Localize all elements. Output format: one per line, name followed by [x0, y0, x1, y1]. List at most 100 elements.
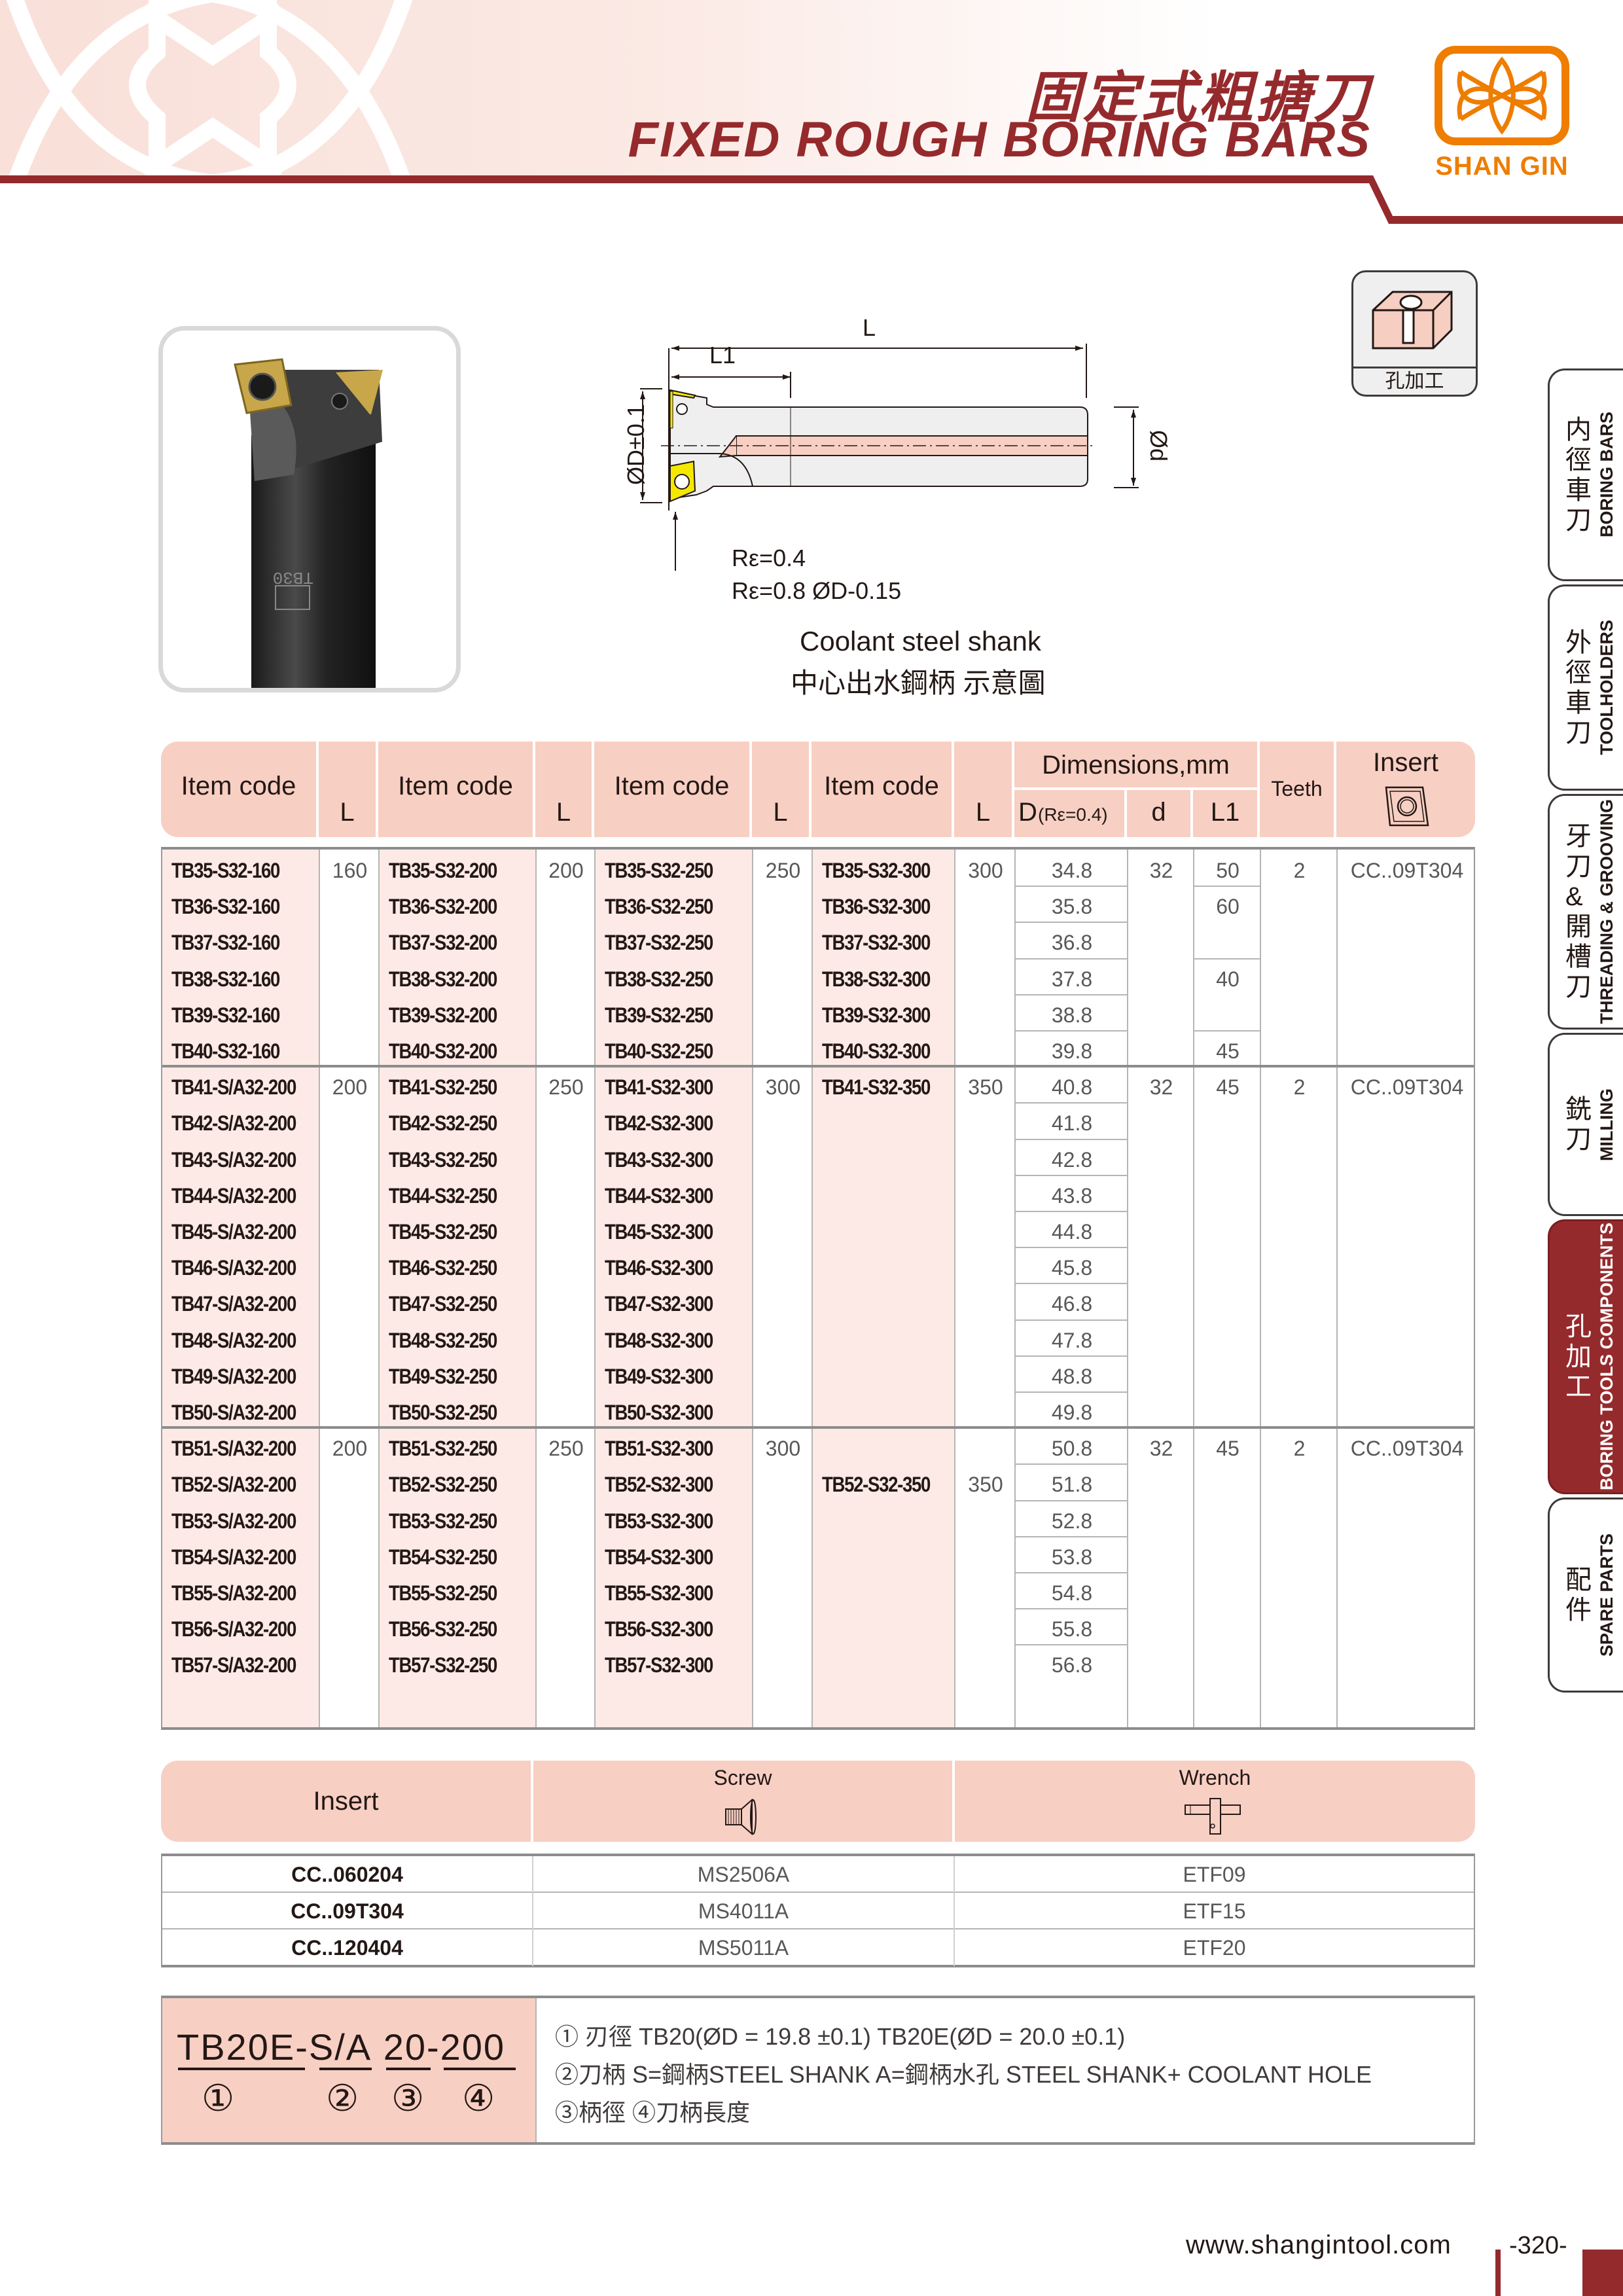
l1-value: 45	[1216, 1039, 1240, 1063]
item-code[interactable]: TB48-S32-250	[389, 1329, 497, 1353]
insert-value[interactable]: CC..09T304	[1338, 1437, 1476, 1461]
item-code[interactable]: TB57-S32-300	[605, 1653, 713, 1677]
insert-table-screw[interactable]: MS2506A	[533, 1856, 955, 1893]
side-tab-boring-bars[interactable]: 内徑車刀 BORING BARS	[1548, 368, 1623, 581]
item-code[interactable]: TB48-S/A32-200	[171, 1329, 296, 1353]
item-code[interactable]: TB39-S32-300	[822, 1003, 931, 1028]
item-code[interactable]: TB44-S/A32-200	[171, 1184, 296, 1208]
insert-table-wrench[interactable]: ETF15	[955, 1893, 1474, 1929]
item-code[interactable]: TB50-S/A32-200	[171, 1401, 296, 1425]
side-tab-spare-parts[interactable]: 配件 SPARE PARTS	[1548, 1498, 1623, 1693]
item-code[interactable]: TB46-S/A32-200	[171, 1256, 296, 1280]
item-code[interactable]: TB49-S/A32-200	[171, 1365, 296, 1389]
insert-table-row: CC..09T304 MS4011A ETF15	[162, 1893, 1474, 1929]
item-code[interactable]: TB36-S32-200	[389, 895, 497, 919]
item-code[interactable]: TB55-S32-300	[605, 1581, 713, 1605]
item-code[interactable]: TB49-S32-300	[605, 1365, 713, 1389]
item-code[interactable]: TB39-S32-160	[171, 1003, 280, 1028]
side-tab-toolholders[interactable]: 外徑車刀 TOOLHOLDERS	[1548, 584, 1623, 791]
item-code[interactable]: TB54-S32-250	[389, 1545, 497, 1570]
item-code[interactable]: TB43-S32-250	[389, 1148, 497, 1172]
header-dimensions: Dimensions,mm	[1014, 742, 1257, 787]
item-code[interactable]: TB41-S32-250	[389, 1075, 497, 1100]
item-code[interactable]: TB39-S32-200	[389, 1003, 497, 1028]
item-code[interactable]: TB35-S32-250	[605, 859, 713, 883]
item-code[interactable]: TB53-S32-250	[389, 1509, 497, 1534]
item-code[interactable]: TB51-S32-250	[389, 1437, 497, 1461]
item-code[interactable]: TB35-S32-300	[822, 859, 931, 883]
insert-table-insert[interactable]: CC..060204	[162, 1856, 533, 1893]
item-code[interactable]: TB54-S/A32-200	[171, 1545, 296, 1570]
item-code[interactable]: TB38-S32-160	[171, 967, 280, 992]
item-code[interactable]: TB56-S32-300	[605, 1617, 713, 1641]
item-code[interactable]: TB36-S32-300	[822, 895, 931, 919]
item-code[interactable]: TB40-S32-300	[822, 1039, 931, 1064]
item-code[interactable]: TB53-S32-300	[605, 1509, 713, 1534]
insert-table-wrench[interactable]: ETF20	[955, 1929, 1474, 1966]
item-code[interactable]: TB47-S32-300	[605, 1292, 713, 1316]
item-code[interactable]: TB57-S/A32-200	[171, 1653, 296, 1677]
item-code[interactable]: TB51-S/A32-200	[171, 1437, 296, 1461]
item-code[interactable]: TB45-S/A32-200	[171, 1220, 296, 1244]
item-code[interactable]: TB38-S32-200	[389, 967, 497, 992]
insert-table-wrench[interactable]: ETF09	[955, 1856, 1474, 1893]
insert-table-insert[interactable]: CC..09T304	[162, 1893, 533, 1929]
item-code[interactable]: TB49-S32-250	[389, 1365, 497, 1389]
item-code[interactable]: TB42-S32-250	[389, 1111, 497, 1136]
item-code[interactable]: TB53-S/A32-200	[171, 1509, 296, 1534]
item-code[interactable]: TB36-S32-160	[171, 895, 280, 919]
item-code[interactable]: TB43-S/A32-200	[171, 1148, 296, 1172]
item-code[interactable]: TB46-S32-300	[605, 1256, 713, 1280]
item-code[interactable]: TB38-S32-250	[605, 967, 713, 992]
item-code[interactable]: TB40-S32-250	[605, 1039, 713, 1064]
item-code[interactable]: TB56-S32-250	[389, 1617, 497, 1641]
item-code[interactable]: TB40-S32-160	[171, 1039, 280, 1064]
item-code[interactable]: TB44-S32-250	[389, 1184, 497, 1208]
item-code[interactable]: TB51-S32-300	[605, 1437, 713, 1461]
side-tab-threading-grooving[interactable]: 牙刀 & 開槽刀 THREADING & GROOVING	[1548, 794, 1623, 1030]
side-tab-boring-tools-components[interactable]: 孔加工 BORING TOOLS COMPONENTS	[1548, 1219, 1623, 1494]
item-code[interactable]: TB52-S32-300	[605, 1473, 713, 1497]
item-code[interactable]: TB52-S/A32-200	[171, 1473, 296, 1497]
item-code[interactable]: TB55-S32-250	[389, 1581, 497, 1605]
item-code[interactable]: TB37-S32-250	[605, 931, 713, 955]
item-code[interactable]: TB40-S32-200	[389, 1039, 497, 1064]
item-code[interactable]: TB41-S/A32-200	[171, 1075, 296, 1100]
item-code[interactable]: TB42-S32-300	[605, 1111, 713, 1136]
item-code[interactable]: TB38-S32-300	[822, 967, 931, 992]
insert-table-insert[interactable]: CC..120404	[162, 1929, 533, 1966]
item-code[interactable]: TB50-S32-300	[605, 1401, 713, 1425]
item-code[interactable]: TB41-S32-350	[822, 1075, 931, 1100]
item-code[interactable]: TB39-S32-250	[605, 1003, 713, 1028]
item-code[interactable]: TB47-S/A32-200	[171, 1292, 296, 1316]
insert-table-screw[interactable]: MS4011A	[533, 1893, 955, 1929]
item-code[interactable]: TB44-S32-300	[605, 1184, 713, 1208]
length-value: 250	[548, 1075, 584, 1100]
side-tab-milling[interactable]: 銑刀 MILLING	[1548, 1033, 1623, 1216]
item-code[interactable]: TB46-S32-250	[389, 1256, 497, 1280]
item-code[interactable]: TB47-S32-250	[389, 1292, 497, 1316]
item-code[interactable]: TB50-S32-250	[389, 1401, 497, 1425]
item-code[interactable]: TB56-S/A32-200	[171, 1617, 296, 1641]
insert-value[interactable]: CC..09T304	[1338, 859, 1476, 883]
item-code[interactable]: TB45-S32-250	[389, 1220, 497, 1244]
item-code[interactable]: TB55-S/A32-200	[171, 1581, 296, 1605]
item-code[interactable]: TB52-S32-350	[822, 1473, 931, 1497]
item-code[interactable]: TB37-S32-300	[822, 931, 931, 955]
item-code[interactable]: TB42-S/A32-200	[171, 1111, 296, 1136]
item-code[interactable]: TB52-S32-250	[389, 1473, 497, 1497]
item-code[interactable]: TB54-S32-300	[605, 1545, 713, 1570]
item-code[interactable]: TB36-S32-250	[605, 895, 713, 919]
item-code[interactable]: TB35-S32-160	[171, 859, 280, 883]
item-code[interactable]: TB35-S32-200	[389, 859, 497, 883]
item-code[interactable]: TB37-S32-160	[171, 931, 280, 955]
item-code[interactable]: TB57-S32-250	[389, 1653, 497, 1677]
footer-url[interactable]: www.shangintool.com	[1186, 2231, 1452, 2260]
item-code[interactable]: TB45-S32-300	[605, 1220, 713, 1244]
item-code[interactable]: TB48-S32-300	[605, 1329, 713, 1353]
item-code[interactable]: TB37-S32-200	[389, 931, 497, 955]
insert-table-screw[interactable]: MS5011A	[533, 1929, 955, 1966]
item-code[interactable]: TB43-S32-300	[605, 1148, 713, 1172]
item-code[interactable]: TB41-S32-300	[605, 1075, 713, 1100]
insert-value[interactable]: CC..09T304	[1338, 1075, 1476, 1100]
